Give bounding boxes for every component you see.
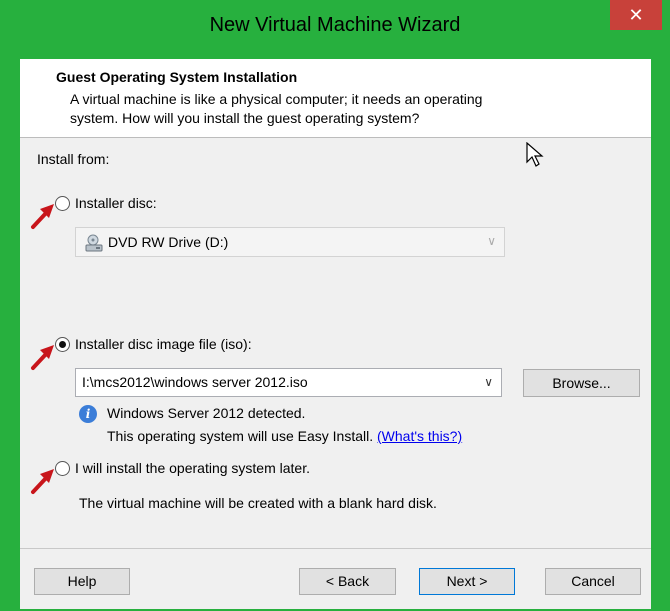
back-button[interactable]: < Back [299,568,396,595]
installer-iso-label[interactable]: Installer disc image file (iso): [75,336,252,352]
whats-this-link[interactable]: (What's this?) [377,428,462,444]
iso-path-combobox[interactable]: I:\mcs2012\windows server 2012.iso ∨ [75,368,502,397]
wizard-header: Guest Operating System Installation A vi… [20,59,651,138]
install-later-label[interactable]: I will install the operating system late… [75,460,310,476]
blank-disk-note: The virtual machine will be created with… [79,495,437,511]
disc-drive-value: DVD RW Drive (D:) [108,234,229,250]
browse-button[interactable]: Browse... [523,369,640,397]
red-arrow-icon [31,204,54,229]
dvd-drive-icon [85,234,103,252]
close-button[interactable]: ✕ [610,0,662,30]
wizard-footer: Help < Back Next > Cancel [20,548,651,609]
easy-install-text: This operating system will use Easy Inst… [107,428,462,444]
window-frame: New Virtual Machine Wizard ✕ Guest Opera… [0,0,670,611]
close-icon: ✕ [628,5,644,25]
detected-text: Windows Server 2012 detected. [107,405,306,421]
description-line-1: A virtual machine is like a physical com… [70,91,483,107]
page-description: A virtual machine is like a physical com… [70,90,590,128]
info-icon: i [79,405,97,423]
cancel-button[interactable]: Cancel [545,568,641,595]
iso-path-value[interactable]: I:\mcs2012\windows server 2012.iso [82,374,308,390]
install-from-label: Install from: [37,151,110,167]
easy-install-note: This operating system will use Easy Inst… [107,428,374,444]
title-bar: New Virtual Machine Wizard ✕ [0,0,670,50]
chevron-down-icon[interactable]: ∨ [484,375,493,389]
disc-drive-select[interactable]: DVD RW Drive (D:) ∨ [75,227,505,257]
red-arrow-icon [31,345,54,370]
next-button[interactable]: Next > [419,568,515,595]
wizard-body: Install from: Installer disc: DVD RW Dri… [20,138,651,548]
description-line-2: system. How will you install the guest o… [70,110,420,126]
installer-disc-label[interactable]: Installer disc: [75,195,157,211]
help-button[interactable]: Help [34,568,130,595]
mouse-cursor-icon [526,142,544,167]
page-title: Guest Operating System Installation [56,69,298,85]
chevron-down-icon: ∨ [487,234,496,248]
window-title: New Virtual Machine Wizard [209,14,461,36]
red-arrow-icon [31,469,54,494]
